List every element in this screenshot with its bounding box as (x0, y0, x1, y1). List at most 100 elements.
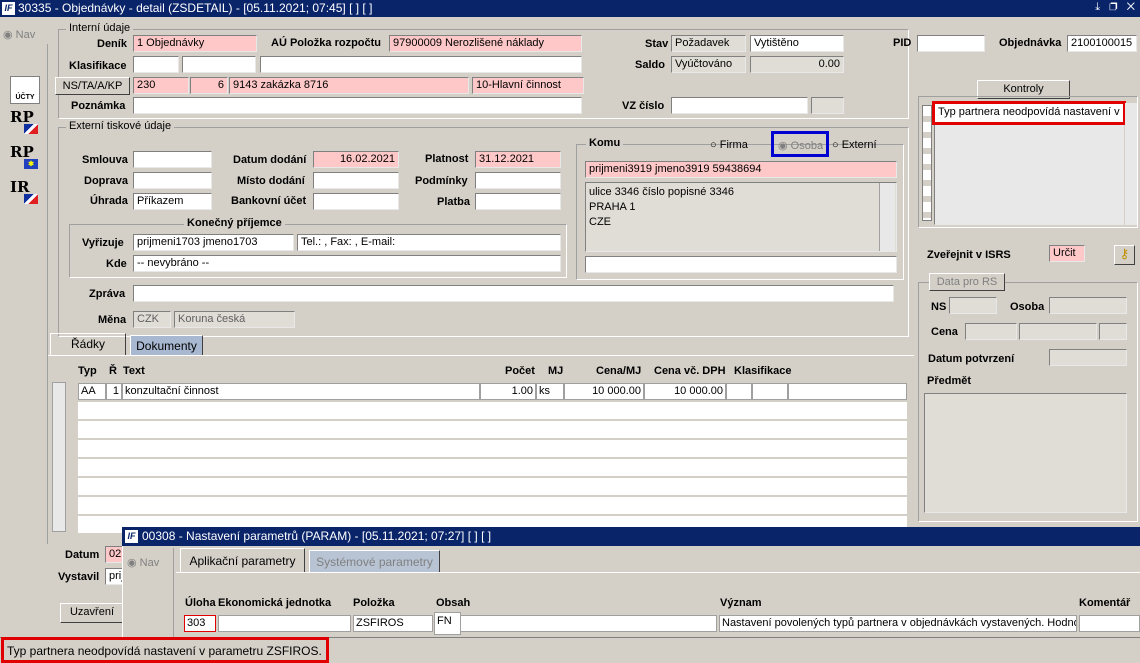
cell-klas-1[interactable] (726, 383, 752, 400)
rs-datum-field (1049, 349, 1127, 366)
vytisteno-field: Vytištěno (750, 35, 844, 52)
param-cell-ej[interactable] (218, 615, 351, 632)
app-logo-icon: IF (2, 2, 15, 15)
param-nav-toggle[interactable]: ◉ Nav (127, 556, 159, 569)
pid-field[interactable] (917, 35, 985, 52)
klasifikace-field-1[interactable] (133, 56, 179, 73)
data-pro-rs-button[interactable]: Data pro RS (929, 273, 1005, 291)
podminky-field[interactable] (475, 172, 561, 189)
param-col-polozka: Položka (353, 597, 395, 609)
platnost-field[interactable]: 31.12.2021 (475, 151, 561, 168)
pid-label: PID (893, 37, 912, 49)
cell-text[interactable]: konzultační činnost (122, 383, 480, 400)
cell-cena-dph[interactable]: 10 000.00 (644, 383, 726, 400)
au-field[interactable]: 97900009 Nerozlišené náklady (389, 35, 582, 52)
param-cell-uloha[interactable]: 303 (184, 615, 216, 632)
bankovni-ucet-field[interactable] (313, 193, 399, 210)
cell-cena-mj[interactable]: 10 000.00 (564, 383, 644, 400)
rp-cz-icon[interactable]: RP (10, 110, 40, 136)
col-r: Ř (109, 365, 117, 377)
col-typ: Typ (78, 365, 97, 377)
param-nav-label: Nav (139, 557, 160, 569)
kontroly-message[interactable]: Typ partnera neodpovídá nastavení v p (932, 101, 1126, 125)
nsta-button[interactable]: NS/TA/A/KP (55, 77, 130, 95)
param-cell-obsah-bg[interactable] (435, 615, 717, 632)
vz-field-2 (811, 97, 844, 114)
klasifikace-field-2[interactable] (182, 56, 256, 73)
ucty-label: ÚČTY (15, 94, 35, 101)
externi-radio[interactable]: ○ Externí (832, 139, 877, 151)
ns-field[interactable]: 230 (133, 77, 189, 94)
isrs-field[interactable]: Určit (1049, 245, 1085, 262)
tab-systemove[interactable]: Systémové parametry (309, 550, 440, 572)
cell-typ[interactable]: AA (78, 383, 106, 400)
vz-label: VZ číslo (622, 100, 665, 112)
rs-predmet-field (924, 393, 1127, 513)
tab-radky[interactable]: Řádky (50, 333, 126, 355)
window-titlebar: 30335 - Objednávky - detail (ZSDETAIL) -… (0, 0, 1140, 17)
cell-pocet[interactable]: 1.00 (480, 383, 536, 400)
status-message: Typ partnera neodpovídá nastavení v para… (1, 637, 329, 663)
table-empty-rows[interactable] (78, 402, 907, 534)
kontroly-checkboxes[interactable] (922, 105, 932, 221)
misto-dodani-field[interactable] (313, 172, 399, 189)
smlouva-label: Smlouva (82, 154, 128, 166)
objednavka-label: Objednávka (999, 37, 1062, 49)
uhrada-field[interactable]: Příkazem (133, 193, 212, 210)
cell-klas-3[interactable] (788, 383, 907, 400)
komu-title: Komu (586, 137, 624, 149)
nav-toggle[interactable]: ◉ Nav (3, 28, 35, 41)
address-scrollbar[interactable] (879, 183, 895, 251)
kde-select[interactable]: -- nevybráno -- (133, 255, 561, 272)
table-scrollbar[interactable] (52, 382, 66, 532)
cell-klas-2[interactable] (752, 383, 788, 400)
col-pocet: Počet (505, 365, 535, 377)
param-cell-polozka[interactable]: ZSFIROS (353, 615, 433, 632)
saldo-field: Vyúčtováno (671, 56, 746, 73)
poznamka-label: Poznámka (71, 100, 126, 112)
saldo-value: 0.00 (750, 56, 844, 73)
param-title: 00308 - Nastavení parametrů (PARAM) - [0… (142, 529, 492, 543)
cell-mj[interactable]: ks (536, 383, 564, 400)
doprava-field[interactable] (133, 172, 212, 189)
firma-radio[interactable]: ○ Firma (710, 139, 748, 151)
mena-code-field: CZK (133, 311, 171, 328)
tab-aplikacni[interactable]: Aplikační parametry (180, 548, 305, 572)
window-controls[interactable]: ⤓ ❐ ✕ (1095, 1, 1138, 14)
datum-dodani-field[interactable]: 16.02.2021 (313, 151, 399, 168)
param-cell-obsah[interactable]: FN (434, 612, 461, 635)
smlouva-field[interactable] (133, 151, 212, 168)
poznamka-field[interactable] (133, 97, 582, 114)
cell-r[interactable]: 1 (106, 383, 122, 400)
param-tab-line (176, 572, 1140, 573)
komu-extra-field[interactable] (585, 256, 897, 273)
rs-cena-field-2 (1019, 323, 1097, 340)
zakazka-field[interactable]: 9143 zakázka 8716 (229, 77, 469, 94)
objednavka-field[interactable]: 2100100015 (1067, 35, 1137, 52)
uzavreni-button[interactable]: Uzavření (60, 603, 124, 623)
zprava-field[interactable] (133, 285, 894, 302)
vyrizuje-field[interactable]: prijmeni1703 jmeno1703 (133, 234, 294, 251)
ta-field[interactable]: 6 (190, 77, 228, 94)
platba-field[interactable] (475, 193, 561, 210)
rp-eu-icon[interactable]: RP ✱ (10, 145, 40, 171)
denik-field[interactable]: 1 Objednávky (133, 35, 257, 52)
mena-name-field: Koruna česká (174, 311, 295, 328)
param-cell-vyznam[interactable]: Nastavení povolených typů partnera v obj… (719, 615, 1077, 632)
au-label: AÚ Položka rozpočtu (271, 37, 382, 49)
key-icon[interactable]: ⚷ (1114, 245, 1135, 265)
rs-cena-field-3 (1099, 323, 1127, 340)
komu-name-field[interactable]: prijmeni3919 jmeno3919 59438694 (585, 161, 897, 178)
ucty-icon[interactable]: ÚČTY (10, 76, 40, 104)
rs-predmet-label: Předmět (927, 375, 972, 387)
tab-dokumenty[interactable]: Dokumenty (130, 335, 203, 355)
cinnost-field[interactable]: 10-Hlavní činnost (472, 77, 584, 94)
vz-field[interactable] (671, 97, 808, 114)
ir-icon[interactable]: IR (10, 180, 40, 206)
klasifikace-field-3[interactable] (260, 56, 582, 73)
param-cell-komentar[interactable] (1079, 615, 1140, 632)
kontroly-scrollbar[interactable] (1125, 103, 1137, 225)
osoba-radio[interactable]: ◉ Osoba (778, 139, 823, 152)
rs-datum-label: Datum potvrzení (928, 353, 1015, 365)
misto-dodani-label: Místo dodání (237, 175, 305, 187)
